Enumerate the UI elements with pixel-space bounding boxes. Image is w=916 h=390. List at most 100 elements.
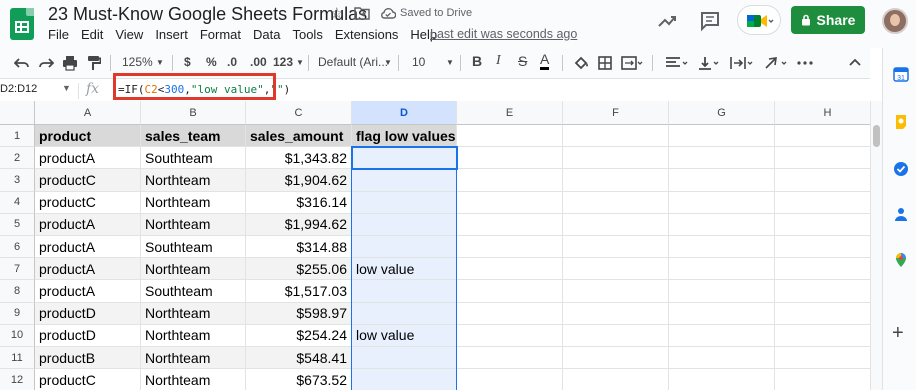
more-options-icon[interactable] (797, 56, 813, 70)
cell-h1[interactable] (775, 125, 870, 148)
cell-e3[interactable] (457, 169, 563, 192)
select-all-corner[interactable] (0, 101, 35, 125)
cell-f5[interactable] (563, 213, 669, 236)
column-header-a[interactable]: A (35, 101, 141, 125)
cell-a4[interactable]: productC (35, 191, 141, 214)
cell-a7[interactable]: productA (35, 258, 141, 281)
cell-e12[interactable] (457, 369, 563, 390)
add-icon[interactable]: + (892, 322, 904, 345)
cell-d12[interactable] (352, 369, 457, 390)
cell-c8[interactable]: $1,517.03 (246, 280, 352, 303)
column-header-b[interactable]: B (141, 101, 246, 125)
cell-b9[interactable]: Northteam (141, 302, 246, 325)
row-header[interactable]: 12 (0, 369, 35, 390)
redo-icon[interactable] (38, 56, 54, 70)
cell-a10[interactable]: productD (35, 324, 141, 347)
cell-d5[interactable] (352, 213, 457, 236)
trend-icon[interactable] (656, 10, 678, 32)
cell-h2[interactable] (775, 147, 870, 170)
cell-a11[interactable]: productB (35, 347, 141, 370)
cell-g4[interactable] (669, 191, 775, 214)
text-color-button[interactable]: A (540, 52, 550, 70)
cell-f2[interactable] (563, 147, 669, 170)
cell-b7[interactable]: Northteam (141, 258, 246, 281)
cell-d7[interactable]: low value (352, 258, 457, 281)
cell-g9[interactable] (669, 302, 775, 325)
cell-b10[interactable]: Northteam (141, 324, 246, 347)
cell-a9[interactable]: productD (35, 302, 141, 325)
cell-g2[interactable] (669, 147, 775, 170)
cell-a5[interactable]: productA (35, 213, 141, 236)
cell-e9[interactable] (457, 302, 563, 325)
row-header[interactable]: 6 (0, 236, 35, 259)
cell-e2[interactable] (457, 147, 563, 170)
cell-d1[interactable]: flag low values (352, 125, 457, 148)
cell-g7[interactable] (669, 258, 775, 281)
comment-icon[interactable] (699, 10, 721, 32)
cell-f11[interactable] (563, 347, 669, 370)
cell-b6[interactable]: Southteam (141, 236, 246, 259)
cell-f3[interactable] (563, 169, 669, 192)
collapse-toolbar-icon[interactable] (848, 56, 862, 70)
cell-b1[interactable]: sales_team (141, 125, 246, 148)
name-box[interactable]: D2:D12 (0, 83, 60, 95)
bold-button[interactable]: B (472, 53, 482, 69)
star-icon[interactable]: ☆ (330, 4, 343, 22)
cell-h6[interactable] (775, 236, 870, 259)
row-header[interactable]: 10 (0, 324, 35, 347)
row-header[interactable]: 11 (0, 347, 35, 370)
cell-h5[interactable] (775, 214, 870, 236)
menu-edit[interactable]: Edit (81, 27, 103, 42)
menu-format[interactable]: Format (200, 27, 241, 42)
horizontal-align-icon[interactable] (665, 56, 689, 70)
more-formats-button[interactable]: 123 (273, 55, 293, 69)
maps-icon[interactable] (893, 252, 909, 268)
cell-c5[interactable]: $1,994.62 (246, 213, 352, 236)
cell-f8[interactable] (563, 280, 669, 303)
italic-button[interactable]: I (496, 53, 501, 69)
column-header-d[interactable]: D (352, 101, 457, 125)
cell-e11[interactable] (457, 347, 563, 370)
borders-icon[interactable] (597, 55, 613, 71)
cell-c4[interactable]: $316.14 (246, 191, 352, 214)
cell-c12[interactable]: $673.52 (246, 369, 352, 390)
cell-b3[interactable]: Northteam (141, 169, 246, 192)
keep-icon[interactable] (893, 114, 909, 130)
undo-icon[interactable] (14, 56, 30, 70)
cell-b11[interactable]: Northteam (141, 347, 246, 370)
cell-e6[interactable] (457, 236, 563, 259)
cell-a6[interactable]: productA (35, 236, 141, 259)
document-title[interactable]: 23 Must-Know Google Sheets Formulas (48, 4, 367, 25)
cell-b8[interactable]: Southteam (141, 280, 246, 303)
cell-d3[interactable] (352, 169, 457, 192)
menu-extensions[interactable]: Extensions (335, 27, 399, 42)
font-size-select[interactable]: 10 (412, 55, 425, 69)
cell-h10[interactable] (775, 325, 870, 347)
cell-a1[interactable]: product (35, 125, 141, 148)
cell-e8[interactable] (457, 280, 563, 303)
menu-tools[interactable]: Tools (292, 27, 322, 42)
cell-h9[interactable] (775, 303, 870, 325)
column-header-h[interactable]: H (775, 101, 870, 125)
cell-h12[interactable] (775, 369, 870, 390)
cell-c2[interactable]: $1,343.82 (246, 147, 352, 170)
cell-g1[interactable] (669, 125, 775, 148)
paint-format-icon[interactable] (87, 55, 101, 71)
cell-a2[interactable]: productA (35, 147, 141, 170)
column-header-f[interactable]: F (563, 101, 669, 125)
cell-c1[interactable]: sales_amount (246, 125, 352, 148)
cell-a8[interactable]: productA (35, 280, 141, 303)
menu-file[interactable]: File (48, 27, 69, 42)
strikethrough-button[interactable]: S (518, 53, 527, 69)
cell-f7[interactable] (563, 258, 669, 281)
decrease-decimal-button[interactable]: .0 (227, 55, 237, 69)
cell-f4[interactable] (563, 191, 669, 214)
percent-format-button[interactable]: % (206, 55, 217, 69)
cell-e7[interactable] (457, 258, 563, 281)
avatar[interactable] (882, 8, 908, 34)
cell-h7[interactable] (775, 258, 870, 281)
zoom-select[interactable]: 125% (122, 55, 153, 69)
cell-h4[interactable] (775, 192, 870, 214)
cell-d8[interactable] (352, 280, 457, 303)
cell-d2[interactable] (352, 147, 457, 170)
